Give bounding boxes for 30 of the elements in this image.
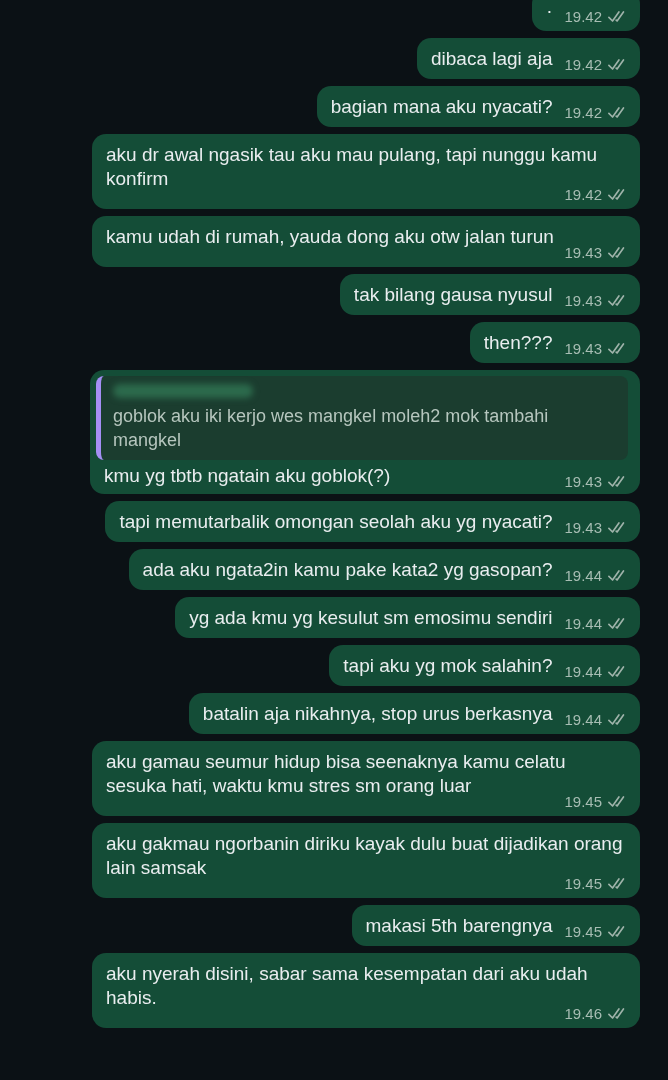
message-time: 19.45 bbox=[564, 922, 602, 940]
message-time: 19.44 bbox=[564, 662, 602, 680]
message-text: tapi aku yg mok salahin? bbox=[343, 654, 553, 678]
message-time: 19.44 bbox=[564, 710, 602, 728]
message-text: makasi 5th barengnya bbox=[365, 914, 553, 938]
message-time: 19.42 bbox=[564, 7, 602, 25]
message-text: tak bilang gausa nyusul bbox=[353, 283, 553, 307]
message-time: 19.44 bbox=[564, 566, 602, 584]
message-time: 19.43 bbox=[564, 518, 602, 536]
message-text: tapi memutarbalik omongan seolah aku yg nyacati? bbox=[119, 510, 553, 534]
message-time: 19.45 bbox=[564, 792, 602, 810]
message-text: dibaca lagi aja bbox=[430, 47, 553, 71]
message-time: 19.43 bbox=[564, 339, 602, 357]
quoted-text: goblok aku iki kerjo wes mangkel moleh2 mok tambahi mangkel bbox=[113, 405, 550, 452]
message-time: 19.43 bbox=[564, 472, 602, 490]
message-time: 19.42 bbox=[564, 103, 602, 121]
message-time: 19.43 bbox=[564, 291, 602, 309]
message-text: bagian mana aku nyacati? bbox=[330, 95, 553, 119]
message-text: then??? bbox=[483, 331, 553, 355]
message-text: · bbox=[546, 0, 553, 23]
message-text: ada aku ngata2in kamu pake kata2 yg gasopan? bbox=[142, 558, 553, 582]
message-text: aku gamau seumur hidup bisa seenaknya kamu celatu sesuka hati, waktu kmu stres sm orang luar bbox=[106, 750, 567, 797]
message-text: batalin aja nikahnya, stop urus berkasnya bbox=[202, 702, 553, 726]
message-time: 19.43 bbox=[564, 243, 602, 261]
quoted-message[interactable]: goblok aku iki kerjo wes mangkel moleh2 mok tambahi mangkel bbox=[96, 376, 628, 460]
message-text: kmu yg tbtb ngatain aku goblok(?) bbox=[103, 464, 391, 488]
message-time: 19.42 bbox=[564, 55, 602, 73]
message-text: yg ada kmu yg kesulut sm emosimu sendiri bbox=[189, 606, 553, 630]
message-text: kamu udah di rumah, yauda dong aku otw jalan turun bbox=[106, 225, 554, 249]
message-time: 19.44 bbox=[564, 614, 602, 632]
